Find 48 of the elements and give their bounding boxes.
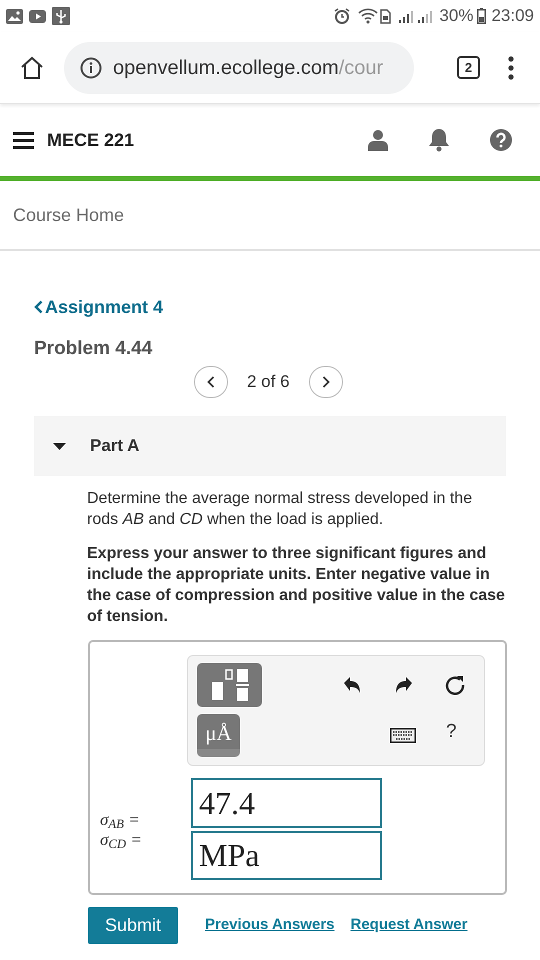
alarm-icon bbox=[334, 8, 350, 24]
breadcrumb-link[interactable]: Course Home bbox=[13, 202, 124, 228]
battery-icon bbox=[477, 8, 486, 24]
course-title: MECE 221 bbox=[47, 128, 134, 152]
chevron-left-icon bbox=[34, 300, 43, 314]
chevron-right-icon bbox=[322, 376, 330, 388]
help-button[interactable]: ? bbox=[446, 722, 457, 741]
url-text: openvellum.ecollege.com/cour bbox=[113, 56, 384, 80]
clock: 23:09 bbox=[491, 5, 534, 28]
action-link[interactable]: Request Answer bbox=[350, 914, 468, 937]
unit-field[interactable]: MPa bbox=[191, 831, 382, 880]
undo-icon[interactable] bbox=[343, 676, 361, 694]
part-title: Part A bbox=[90, 435, 140, 458]
question-text: Determine the average normal stress developed in the rods AB and CD when the load is applied. bbox=[87, 489, 474, 530]
user-icon[interactable] bbox=[368, 129, 388, 151]
variable-label: σ$_{CD}$ = bbox=[100, 830, 142, 850]
variable-label: σ$_{AB}$ = bbox=[100, 810, 141, 830]
action-link[interactable]: Previous Answers bbox=[205, 914, 334, 937]
redo-icon[interactable] bbox=[395, 676, 413, 694]
chevron-left-icon bbox=[207, 376, 215, 388]
tab-count[interactable]: 2 bbox=[457, 56, 480, 79]
usb-icon bbox=[52, 7, 70, 25]
problem-title: Problem 4.44 bbox=[34, 336, 152, 361]
page-position: 2 of 6 bbox=[247, 371, 290, 394]
play-icon bbox=[29, 10, 46, 22]
image-icon bbox=[6, 8, 23, 24]
part-header[interactable]: Part A bbox=[34, 416, 506, 476]
home-icon[interactable] bbox=[20, 56, 44, 80]
units-button[interactable]: μÅ bbox=[197, 714, 240, 757]
bell-icon[interactable] bbox=[428, 128, 450, 152]
value-field[interactable]: 47.4 bbox=[191, 778, 382, 828]
keyboard-icon[interactable] bbox=[390, 728, 416, 743]
info-icon[interactable] bbox=[80, 56, 102, 78]
help-icon[interactable] bbox=[490, 129, 512, 151]
menu-icon[interactable] bbox=[13, 132, 34, 148]
previous-button[interactable] bbox=[194, 366, 228, 398]
sim-icon bbox=[380, 8, 392, 24]
url-bar[interactable]: openvellum.ecollege.com/cour bbox=[64, 42, 414, 94]
template-button[interactable] bbox=[197, 663, 262, 707]
instructions-text: Express your answer to three significant figures and include the appropriate units. Enter negative value in the case of compression and positive value in the case of tension. bbox=[87, 544, 506, 627]
next-button[interactable] bbox=[308, 366, 343, 398]
reset-icon[interactable] bbox=[445, 675, 465, 695]
assignment-link[interactable]: Assignment 4 bbox=[34, 294, 164, 320]
submit-button[interactable]: Submit bbox=[88, 907, 178, 944]
wifi-icon bbox=[358, 8, 378, 24]
more-menu-icon[interactable] bbox=[508, 56, 514, 80]
battery-percent: 30% bbox=[439, 5, 474, 28]
template-icon bbox=[210, 668, 250, 702]
